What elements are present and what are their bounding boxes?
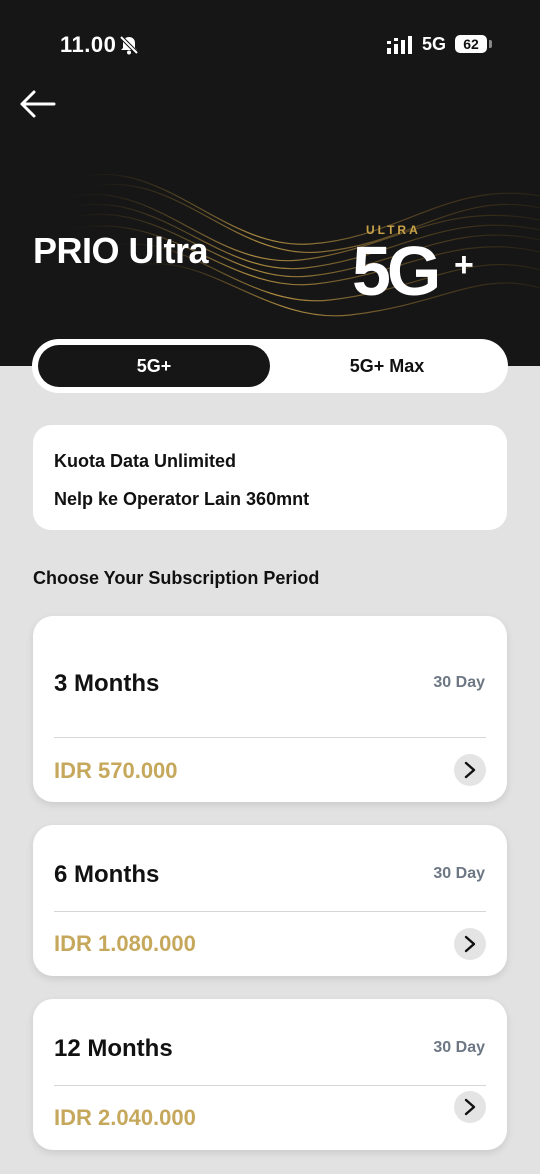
plan-duration: 30 Day — [433, 674, 485, 691]
plan-name: 3 Months — [54, 670, 160, 697]
plan-type-tabs: 5G+ 5G+ Max — [32, 339, 508, 393]
network-type: 5G — [422, 34, 447, 54]
feature-item: Kuota Data Unlimited — [54, 451, 237, 471]
chevron-right-icon[interactable] — [454, 754, 486, 786]
status-time: 11.00 — [60, 32, 117, 57]
back-arrow-icon[interactable] — [18, 86, 58, 122]
plan-name: 12 Months — [54, 1035, 173, 1062]
logo-5g-text: 5G — [352, 232, 441, 310]
chevron-right-icon[interactable] — [454, 928, 486, 960]
battery-icon: 62 — [455, 35, 487, 53]
bell-muted-icon — [119, 35, 139, 55]
plan-duration: 30 Day — [433, 865, 485, 882]
divider — [54, 1085, 486, 1086]
feature-item: Nelp ke Operator Lain 360mnt — [54, 489, 310, 509]
page-title: PRIO Ultra — [33, 230, 209, 271]
section-title: Choose Your Subscription Period — [33, 568, 320, 588]
plan-name: 6 Months — [54, 861, 160, 888]
plan-card-6-months[interactable]: 6 Months 30 Day IDR 1.080.000 — [33, 825, 507, 976]
features-card: Kuota Data Unlimited Nelp ke Operator La… — [33, 425, 507, 530]
plan-card-3-months[interactable]: 3 Months 30 Day IDR 570.000 — [33, 616, 507, 802]
signal-icon — [387, 36, 412, 54]
plan-price: IDR 2.040.000 — [54, 1105, 196, 1130]
tab-5g-plus-max[interactable]: 5G+ Max — [272, 345, 502, 387]
status-bar: 11.00 5G 62 — [0, 28, 540, 62]
divider — [54, 911, 486, 912]
plan-card-12-months[interactable]: 12 Months 30 Day IDR 2.040.000 — [33, 999, 507, 1150]
header: 11.00 5G 62 PRIO Ultra ULTRA 5G + — [0, 0, 540, 366]
battery-tip — [489, 40, 492, 48]
plan-price: IDR 570.000 — [54, 758, 178, 783]
logo-plus-text: + — [454, 246, 474, 284]
plan-duration: 30 Day — [433, 1039, 485, 1056]
plan-price: IDR 1.080.000 — [54, 931, 196, 956]
tab-5g-plus[interactable]: 5G+ — [38, 345, 270, 387]
chevron-right-icon[interactable] — [454, 1091, 486, 1123]
divider — [54, 737, 486, 738]
